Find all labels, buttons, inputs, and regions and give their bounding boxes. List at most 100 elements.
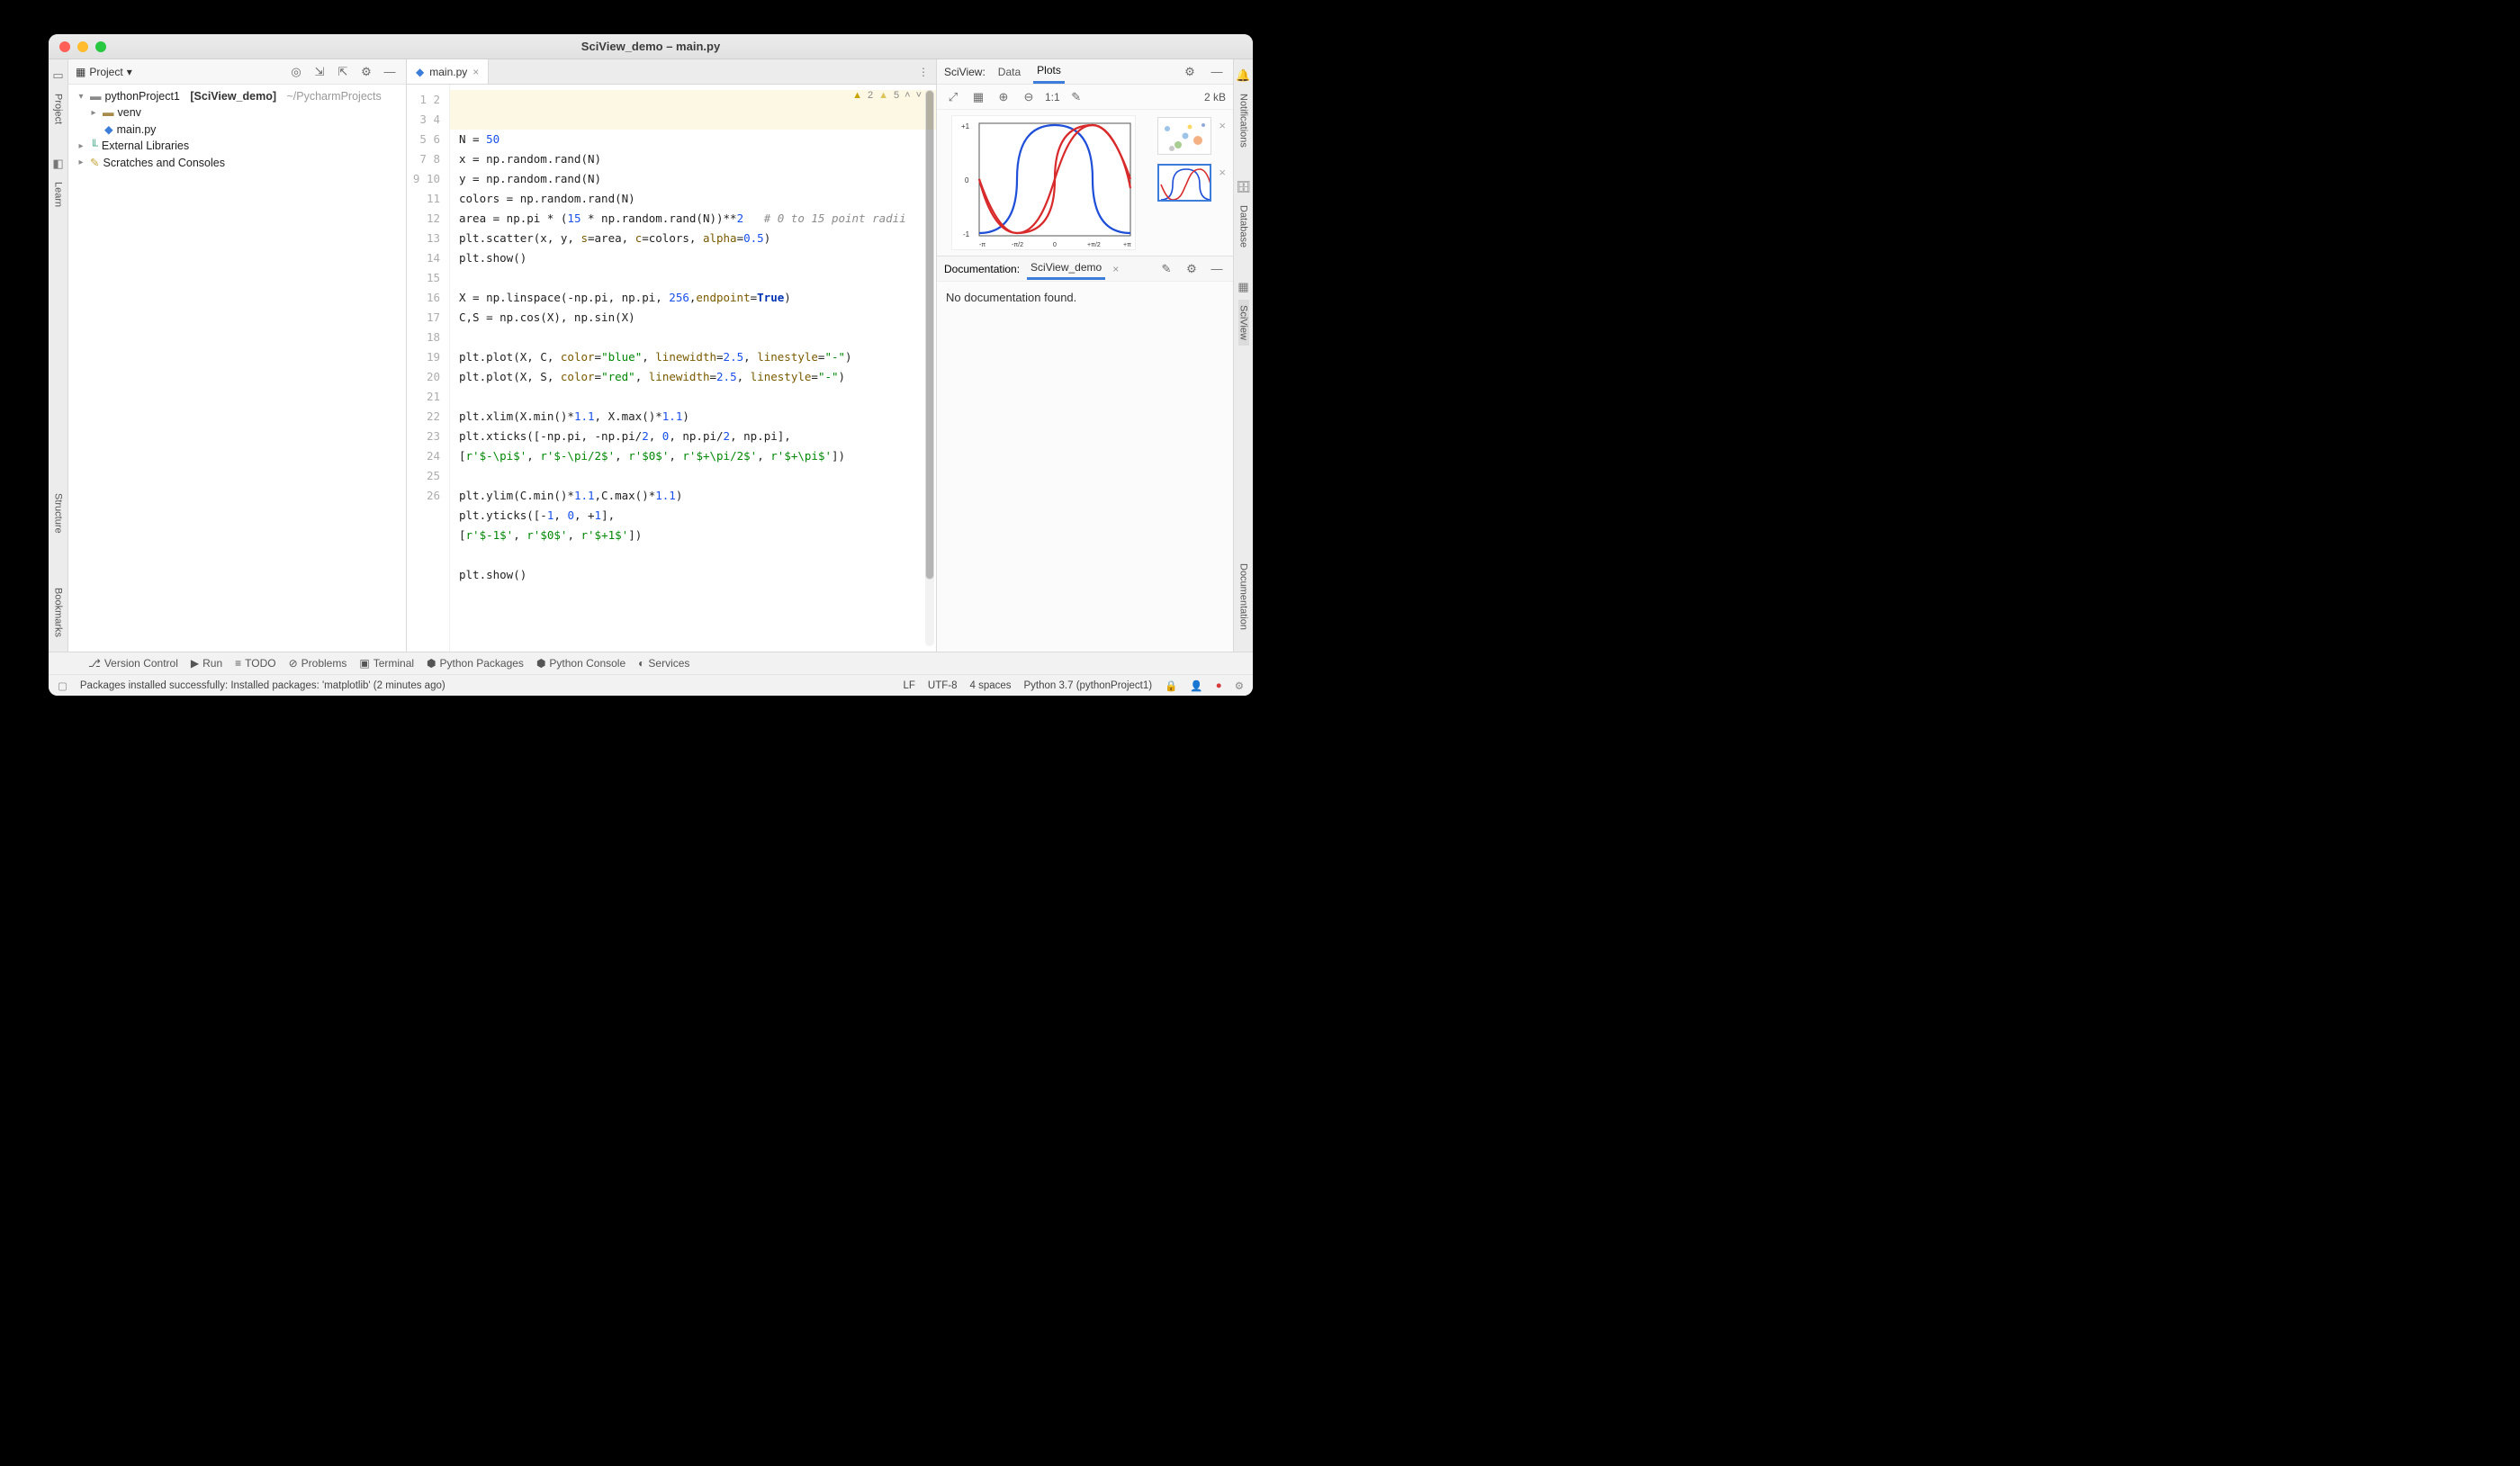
lock-icon[interactable]: 🔒: [1165, 679, 1177, 692]
chevron-right-icon: ▸: [88, 108, 99, 118]
left-tool-strip: ▭ Project ◧ Learn Structure Bookmarks: [49, 59, 68, 652]
zoom-in-icon[interactable]: ⊕: [994, 88, 1012, 106]
app-window: SciView_demo – main.py ▭ Project ◧ Learn…: [49, 34, 1253, 696]
strip-documentation[interactable]: Documentation: [1238, 558, 1249, 635]
library-icon: ╙: [90, 139, 98, 152]
window-title: SciView_demo – main.py: [49, 40, 1253, 53]
tree-root[interactable]: ▾ ▬ pythonProject1 [SciView_demo] ~/Pych…: [74, 88, 400, 104]
doc-tab[interactable]: SciView_demo: [1027, 257, 1105, 280]
error-icon[interactable]: ●: [1216, 680, 1222, 691]
chevron-right-icon: ▸: [76, 157, 86, 167]
strip-sciview[interactable]: SciView: [1238, 300, 1249, 346]
tw-services[interactable]: ◐ Services: [638, 657, 689, 670]
tw-run[interactable]: ▶ Run: [191, 657, 222, 670]
code-editor[interactable]: 1 2 3 4 5 6 7 8 9 10 11 12 13 14 15 16 1…: [407, 85, 936, 652]
hide-icon[interactable]: —: [1208, 63, 1226, 81]
plot-thumb-lines[interactable]: [1157, 164, 1211, 202]
close-icon[interactable]: ×: [472, 66, 479, 78]
scratch-icon: ✎: [90, 156, 99, 169]
editor-area: ◆ main.py × ⋮ 1 2 3 4 5 6 7 8 9 10 11 12…: [407, 59, 936, 652]
expand-icon[interactable]: ⇲: [310, 63, 328, 81]
target-icon[interactable]: ◎: [287, 63, 305, 81]
editor-tabs: ◆ main.py × ⋮: [407, 59, 936, 85]
gear-icon[interactable]: ⚙: [1183, 260, 1201, 278]
documentation-pane: Documentation: SciView_demo × ✎ ⚙ — No d…: [937, 256, 1233, 652]
tw-todo[interactable]: ≡ TODO: [235, 657, 275, 670]
strip-notifications[interactable]: Notifications: [1238, 88, 1249, 153]
database-icon: 🗄: [1236, 180, 1251, 194]
edit-icon[interactable]: ✎: [1157, 260, 1175, 278]
zoom-out-icon[interactable]: ⊖: [1020, 88, 1038, 106]
bell-icon: 🔔: [1236, 68, 1250, 83]
tab-plots[interactable]: Plots: [1033, 59, 1065, 84]
inspection-widget[interactable]: ▲2 ▲5 ˄ ˅: [852, 90, 922, 101]
tab-overflow-icon[interactable]: ⋮: [911, 59, 936, 84]
gear-icon[interactable]: ⚙: [1235, 679, 1244, 692]
documentation-title: Documentation:: [944, 263, 1020, 275]
tab-main-py[interactable]: ◆ main.py ×: [407, 59, 489, 84]
sciview-header: SciView: Data Plots ⚙ —: [937, 59, 1233, 85]
project-tree: ▾ ▬ pythonProject1 [SciView_demo] ~/Pych…: [68, 85, 406, 175]
close-icon[interactable]: ×: [1219, 166, 1226, 179]
weak-warning-icon: ▲: [878, 90, 888, 101]
sciview-toolbar: ⤢ ▦ ⊕ ⊖ 1:1 ✎ 2 kB: [937, 85, 1233, 110]
fit-icon[interactable]: ⤢: [944, 88, 962, 106]
hide-icon[interactable]: —: [1208, 260, 1226, 278]
svg-text:0: 0: [965, 176, 969, 184]
grid-icon[interactable]: ▦: [969, 88, 987, 106]
inspector-icon[interactable]: 👤: [1190, 679, 1202, 692]
svg-text:0: 0: [1053, 242, 1057, 248]
project-pane: ▦ Project ▾ ◎ ⇲ ⇱ ⚙ — ▾ ▬ pythonProject1…: [68, 59, 407, 652]
tree-venv[interactable]: ▸ ▬ venv: [74, 104, 400, 121]
close-icon[interactable]: ×: [1112, 263, 1119, 275]
status-line-sep[interactable]: LF: [903, 680, 914, 691]
collapse-icon[interactable]: ⇱: [334, 63, 352, 81]
plot-main[interactable]: +1 0 -1 -π -π/2 0 +π/2 +π: [951, 115, 1136, 250]
folder-icon: ▬: [103, 106, 114, 119]
zoom-ratio: 1:1: [1045, 91, 1060, 103]
close-icon[interactable]: ×: [1219, 119, 1226, 132]
strip-project[interactable]: Project: [53, 88, 64, 130]
strip-bookmarks[interactable]: Bookmarks: [53, 582, 64, 643]
status-encoding[interactable]: UTF-8: [928, 680, 958, 691]
gear-icon[interactable]: ⚙: [357, 63, 375, 81]
titlebar: SciView_demo – main.py: [49, 34, 1253, 59]
svg-text:-1: -1: [963, 230, 970, 238]
tree-ext-libs[interactable]: ▸ ╙ External Libraries: [74, 138, 400, 154]
plot-thumb-scatter[interactable]: [1157, 117, 1211, 155]
chevron-up-icon[interactable]: ˄: [904, 90, 910, 101]
scrollbar[interactable]: [925, 90, 934, 646]
folder-icon: ▬: [90, 90, 102, 103]
edit-icon[interactable]: ✎: [1067, 88, 1085, 106]
strip-learn[interactable]: Learn: [53, 176, 64, 212]
svg-text:+π/2: +π/2: [1087, 242, 1101, 248]
warning-icon: ▲: [852, 90, 862, 101]
tw-version-control[interactable]: ⎇ Version Control: [88, 657, 178, 670]
hide-icon[interactable]: —: [381, 63, 399, 81]
tw-python-packages[interactable]: ⬢ Python Packages: [427, 657, 524, 670]
sciview-pane: SciView: Data Plots ⚙ — ⤢ ▦ ⊕ ⊖ 1:1 ✎ 2 …: [936, 59, 1233, 652]
tree-file-main[interactable]: ◆ main.py: [74, 121, 400, 138]
chevron-right-icon: ▸: [76, 141, 86, 151]
chevron-down-icon[interactable]: ˅: [916, 90, 922, 101]
code-content[interactable]: import numpy as np import matplotlib.pyp…: [450, 85, 936, 652]
tool-windows-bar: ⎇ Version Control ▶ Run ≡ TODO ⊘ Problem…: [49, 652, 1253, 674]
tw-problems[interactable]: ⊘ Problems: [289, 657, 347, 670]
gear-icon[interactable]: ⚙: [1181, 63, 1199, 81]
tree-scratches[interactable]: ▸ ✎ Scratches and Consoles: [74, 154, 400, 171]
strip-structure[interactable]: Structure: [53, 488, 64, 539]
tw-python-console[interactable]: ⬢ Python Console: [536, 657, 626, 670]
project-pane-title[interactable]: ▦ Project ▾: [76, 66, 132, 78]
status-indent[interactable]: 4 spaces: [969, 680, 1011, 691]
svg-text:+π: +π: [1123, 242, 1131, 248]
tw-terminal[interactable]: ▣ Terminal: [359, 657, 414, 670]
svg-text:-π/2: -π/2: [1012, 242, 1023, 248]
sciview-icon: ▦: [1238, 280, 1248, 294]
documentation-body: No documentation found.: [937, 282, 1233, 313]
status-interpreter[interactable]: Python 3.7 (pythonProject1): [1024, 680, 1153, 691]
plot-thumbnails: × ×: [1150, 110, 1233, 209]
tool-window-toggle-icon[interactable]: ▢: [58, 679, 68, 692]
strip-database[interactable]: Database: [1238, 200, 1249, 253]
tab-data[interactable]: Data: [994, 61, 1024, 83]
gutter: 1 2 3 4 5 6 7 8 9 10 11 12 13 14 15 16 1…: [407, 85, 450, 652]
